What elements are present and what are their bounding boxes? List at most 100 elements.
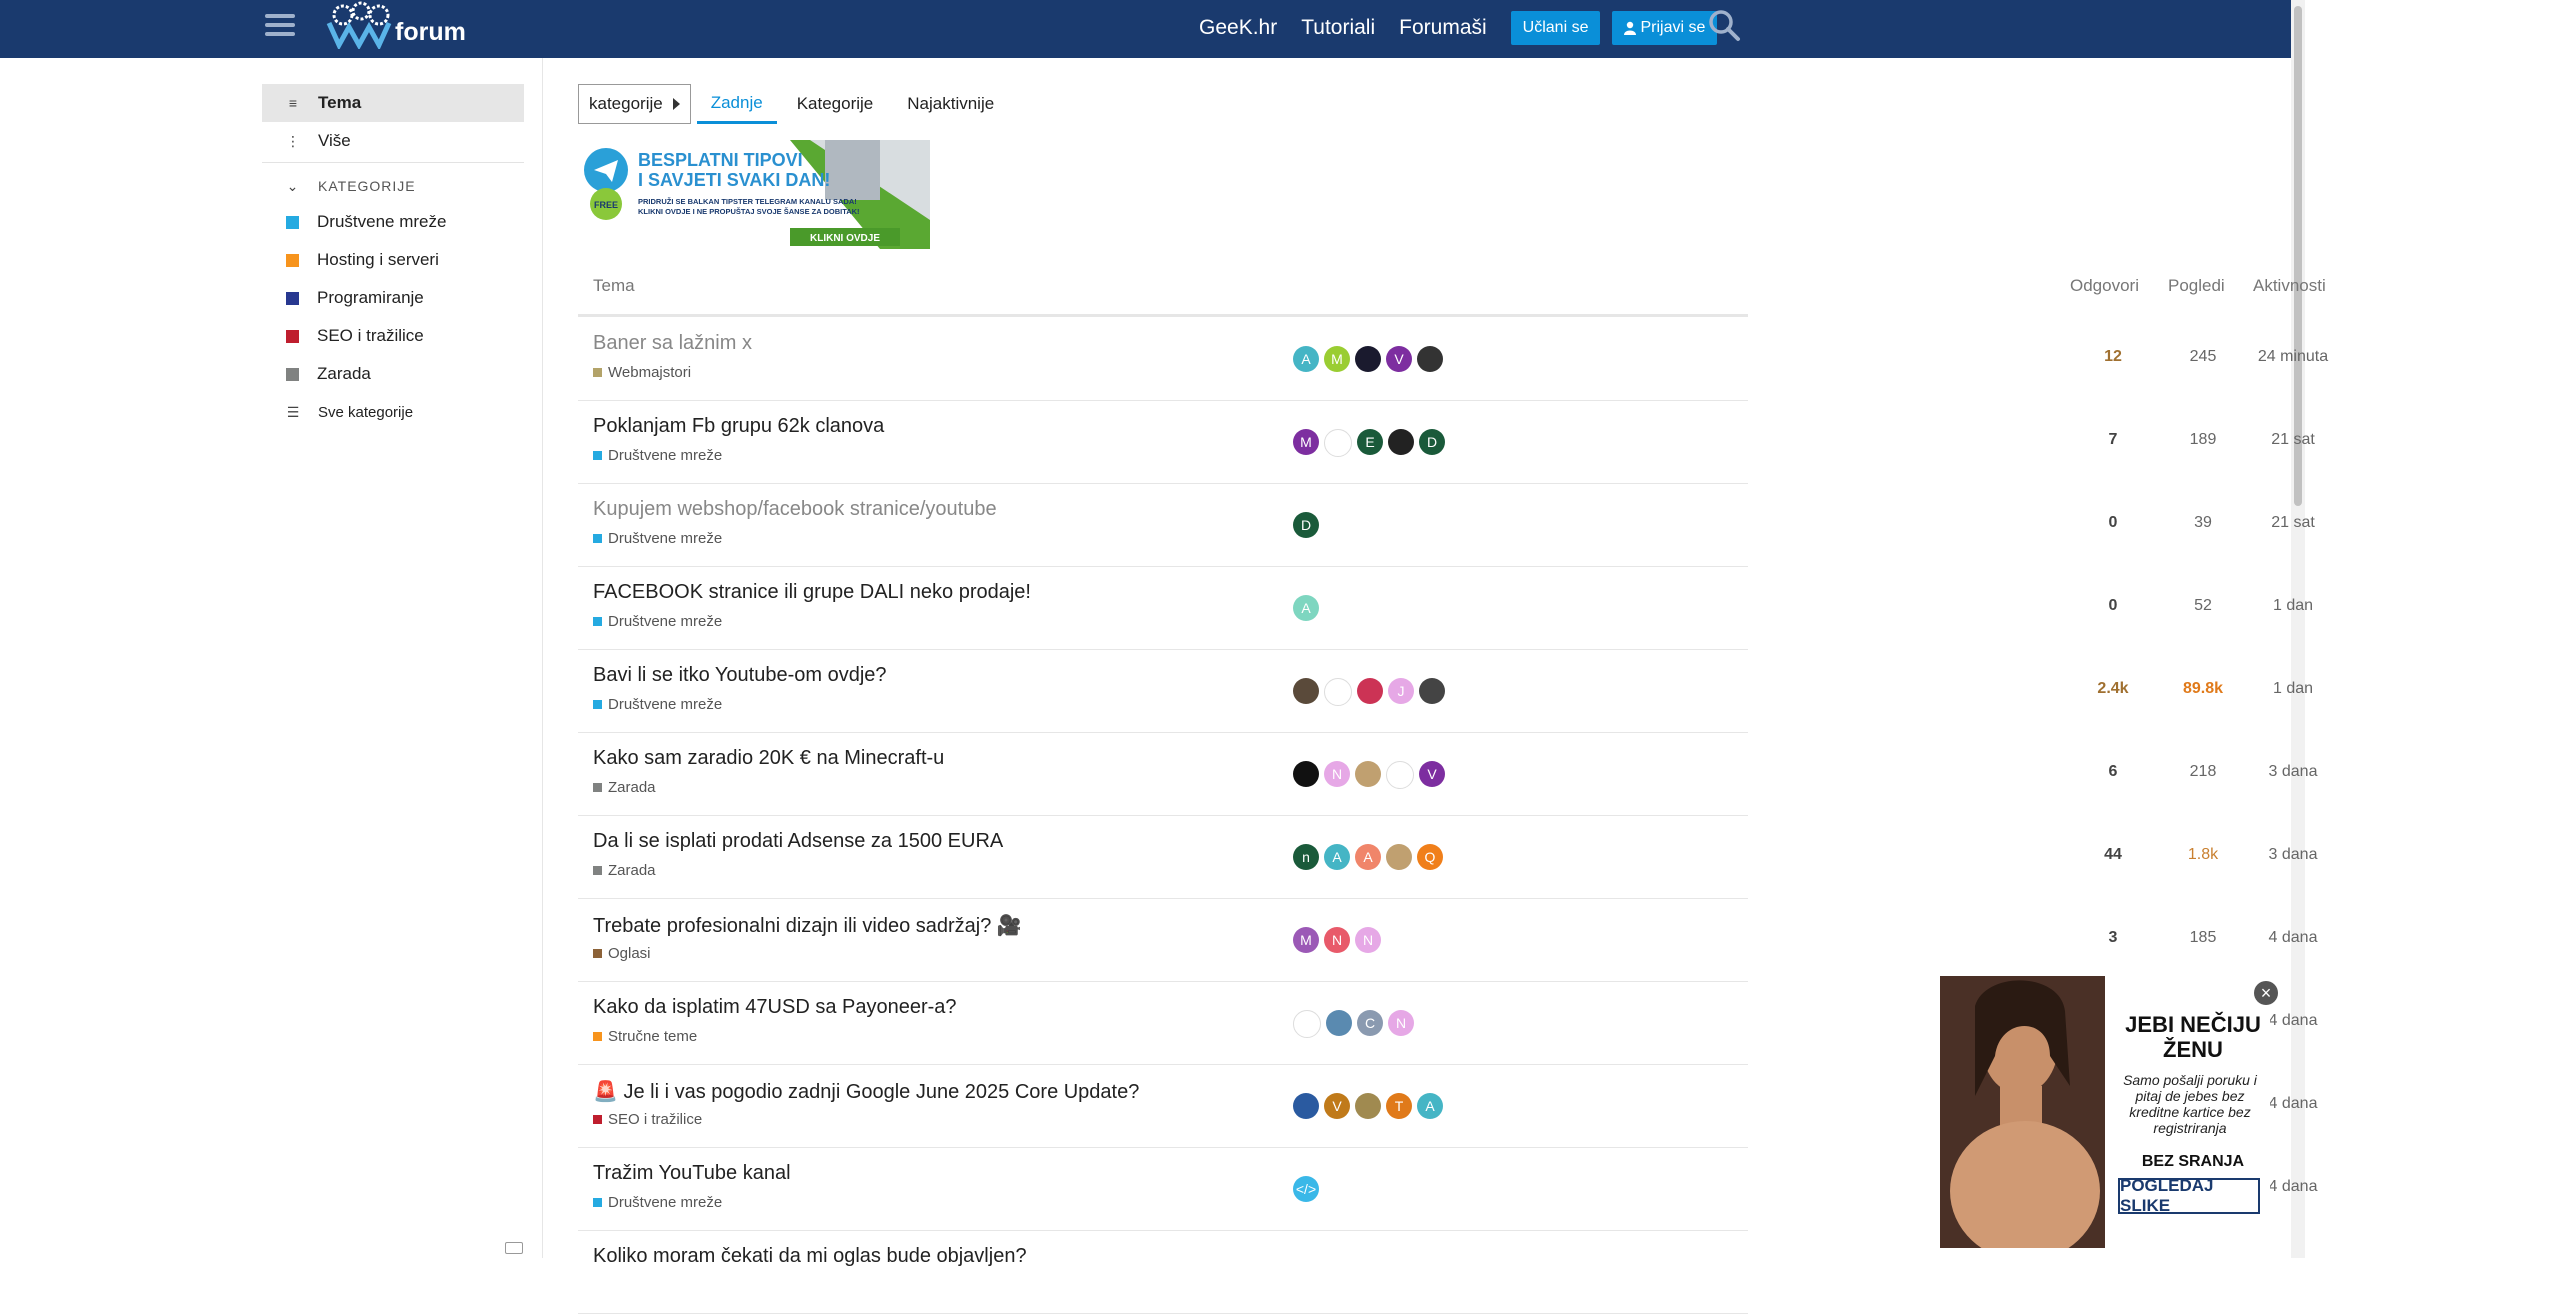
sidebar-item-vise[interactable]: ⋮ Više <box>262 122 524 160</box>
avatar[interactable]: N <box>1324 927 1350 953</box>
topic-category-badge[interactable]: Društvene mreže <box>593 696 722 713</box>
avatar[interactable]: C <box>1357 1010 1383 1036</box>
avatar[interactable]: J <box>1388 678 1414 704</box>
link-geek[interactable]: GeeK.hr <box>1199 16 1277 40</box>
avatar[interactable]: D <box>1419 429 1445 455</box>
avatar[interactable]: N <box>1355 927 1381 953</box>
header-views[interactable]: Pogledi <box>2168 276 2225 296</box>
topic-category-badge[interactable]: Oglasi <box>593 945 651 962</box>
header-activity[interactable]: Aktivnosti <box>2253 276 2326 296</box>
hamburger-menu-icon[interactable] <box>265 9 295 39</box>
avatar[interactable]: Q <box>1417 844 1443 870</box>
topic-row[interactable]: 🚨 Je li i vas pogodio zadnji Google June… <box>578 1065 2317 1148</box>
avatar[interactable]: N <box>1388 1010 1414 1036</box>
avatar[interactable]: A <box>1324 844 1350 870</box>
telegram-ad-banner[interactable]: FREE BESPLATNI TIPOVI I SAVJETI SVAKI DA… <box>580 140 930 249</box>
avatar[interactable] <box>1386 844 1412 870</box>
topic-activity-time[interactable]: 3 dana <box>2238 763 2348 781</box>
topic-activity-time[interactable]: 1 dan <box>2238 680 2348 698</box>
topic-title-link[interactable]: Tražim YouTube kanal <box>593 1162 791 1185</box>
header-topic[interactable]: Tema <box>593 276 635 296</box>
avatar[interactable] <box>1293 1010 1321 1038</box>
topic-row[interactable]: Kako da isplatim 47USD sa Payoneer-a? Str… <box>578 982 2317 1065</box>
avatar[interactable]: D <box>1293 512 1319 538</box>
header-replies[interactable]: Odgovori <box>2070 276 2139 296</box>
popup-view-button[interactable]: POGLEDAJ SLIKE <box>2118 1176 2260 1215</box>
sidebar-category-drustvene-mreze[interactable]: Društvene mreže <box>262 203 524 241</box>
topic-row[interactable]: Da li se isplati prodati Adsense za 1500… <box>578 816 2317 899</box>
avatar[interactable]: V <box>1419 761 1445 787</box>
avatar[interactable] <box>1324 678 1352 706</box>
topic-row[interactable]: Bavi li se itko Youtube-om ovdje? Društve… <box>578 650 2313 733</box>
close-icon[interactable]: × <box>2254 981 2278 1005</box>
tab-najaktivnije[interactable]: Najaktivnije <box>893 84 1008 124</box>
sidebar-category-zarada[interactable]: Zarada <box>262 355 524 393</box>
avatar[interactable] <box>1357 678 1383 704</box>
topic-title-link[interactable]: Da li se isplati prodati Adsense za 1500… <box>593 830 1003 853</box>
avatar[interactable] <box>1386 761 1414 789</box>
topic-category-badge[interactable]: Društvene mreže <box>593 1194 722 1211</box>
site-logo[interactable]: forum <box>325 0 466 50</box>
avatar[interactable] <box>1388 429 1414 455</box>
avatar[interactable]: A <box>1293 595 1319 621</box>
avatar[interactable] <box>1355 1093 1381 1119</box>
link-tutoriali[interactable]: Tutoriali <box>1301 16 1375 40</box>
avatar[interactable]: n <box>1293 844 1319 870</box>
avatar[interactable] <box>1419 678 1445 704</box>
avatar[interactable]: </> <box>1293 1176 1319 1202</box>
topic-category-badge[interactable]: Webmajstori <box>593 364 691 381</box>
avatar[interactable] <box>1293 678 1319 704</box>
topic-title-link[interactable]: 🚨 Je li i vas pogodio zadnji Google June… <box>593 1079 1139 1104</box>
avatar[interactable]: N <box>1324 761 1350 787</box>
avatar[interactable] <box>1417 346 1443 372</box>
signup-button[interactable]: Učlani se <box>1510 11 1601 45</box>
avatar[interactable]: A <box>1417 1093 1443 1119</box>
topic-replies-count[interactable]: 12 <box>2078 348 2148 366</box>
categories-toggle[interactable]: ⌄ KATEGORIJE <box>262 169 524 203</box>
topic-category-badge[interactable]: Zarada <box>593 862 656 879</box>
sidebar-item-tema[interactable]: ≡ Tema <box>262 84 524 122</box>
topic-title-link[interactable]: Poklanjam Fb grupu 62k clanova <box>593 415 884 438</box>
topic-title-link[interactable]: Bavi li se itko Youtube-om ovdje? <box>593 664 887 687</box>
sidebar-all-categories[interactable]: ☰ Sve kategorije <box>262 393 524 431</box>
topic-title-link[interactable]: Trebate profesionalni dizajn ili video s… <box>593 913 1022 938</box>
topic-row[interactable]: Kupujem webshop/facebook stranice/youtub… <box>578 484 2315 567</box>
topic-activity-time[interactable]: 24 minuta <box>2238 348 2348 366</box>
sidebar-category-hosting[interactable]: Hosting i serveri <box>262 241 524 279</box>
categories-dropdown[interactable]: kategorije <box>578 84 691 124</box>
tab-zadnje[interactable]: Zadnje <box>696 84 777 124</box>
topic-row[interactable]: Trebate profesionalni dizajn ili video s… <box>578 899 2317 982</box>
topic-category-badge[interactable]: Društvene mreže <box>593 613 722 630</box>
tab-kategorije[interactable]: Kategorije <box>783 84 888 124</box>
topic-category-badge[interactable]: Stručne teme <box>593 1028 697 1045</box>
topic-category-badge[interactable]: Društvene mreže <box>593 447 722 464</box>
avatar[interactable]: A <box>1355 844 1381 870</box>
avatar[interactable] <box>1326 1010 1352 1036</box>
topic-title-link[interactable]: Koliko moram čekati da mi oglas bude obj… <box>593 1245 1027 1268</box>
topic-row[interactable]: Tražim YouTube kanalDruštvene mreže</>04… <box>578 1148 2317 1231</box>
topic-activity-time[interactable]: 4 dana <box>2238 929 2348 947</box>
popup-ad[interactable]: × JEBI NEČIJU ŽENU Samo pošalji poruku i… <box>1940 976 2278 1248</box>
search-icon[interactable] <box>1707 8 1741 42</box>
topic-title-link[interactable]: Baner sa lažnim x <box>593 332 752 355</box>
avatar[interactable] <box>1293 761 1319 787</box>
topic-replies-count[interactable]: 2.4k <box>2078 680 2148 698</box>
topic-row[interactable]: Koliko moram čekati da mi oglas bude obj… <box>578 1231 1748 1314</box>
topic-replies-count[interactable]: 0 <box>2078 514 2148 532</box>
avatar[interactable] <box>1293 1093 1319 1119</box>
topic-activity-time[interactable]: 21 sat <box>2238 514 2348 532</box>
avatar[interactable]: M <box>1293 927 1319 953</box>
topic-category-badge[interactable]: Društvene mreže <box>593 530 722 547</box>
avatar[interactable]: A <box>1293 346 1319 372</box>
topic-activity-time[interactable]: 3 dana <box>2238 846 2348 864</box>
topic-activity-time[interactable]: 21 sat <box>2238 431 2348 449</box>
topic-replies-count[interactable]: 3 <box>2078 929 2148 947</box>
avatar[interactable]: M <box>1293 429 1319 455</box>
topic-title-link[interactable]: FACEBOOK stranice ili grupe DALI neko pr… <box>593 581 1031 604</box>
keyboard-shortcuts-icon[interactable] <box>505 1242 523 1254</box>
sidebar-category-programiranje[interactable]: Programiranje <box>262 279 524 317</box>
avatar[interactable] <box>1324 429 1352 457</box>
topic-row[interactable]: Kako sam zaradio 20K € na Minecraft-u Zar… <box>578 733 2317 816</box>
topic-replies-count[interactable]: 44 <box>2078 846 2148 864</box>
topic-category-badge[interactable]: SEO i tražilice <box>593 1111 702 1128</box>
